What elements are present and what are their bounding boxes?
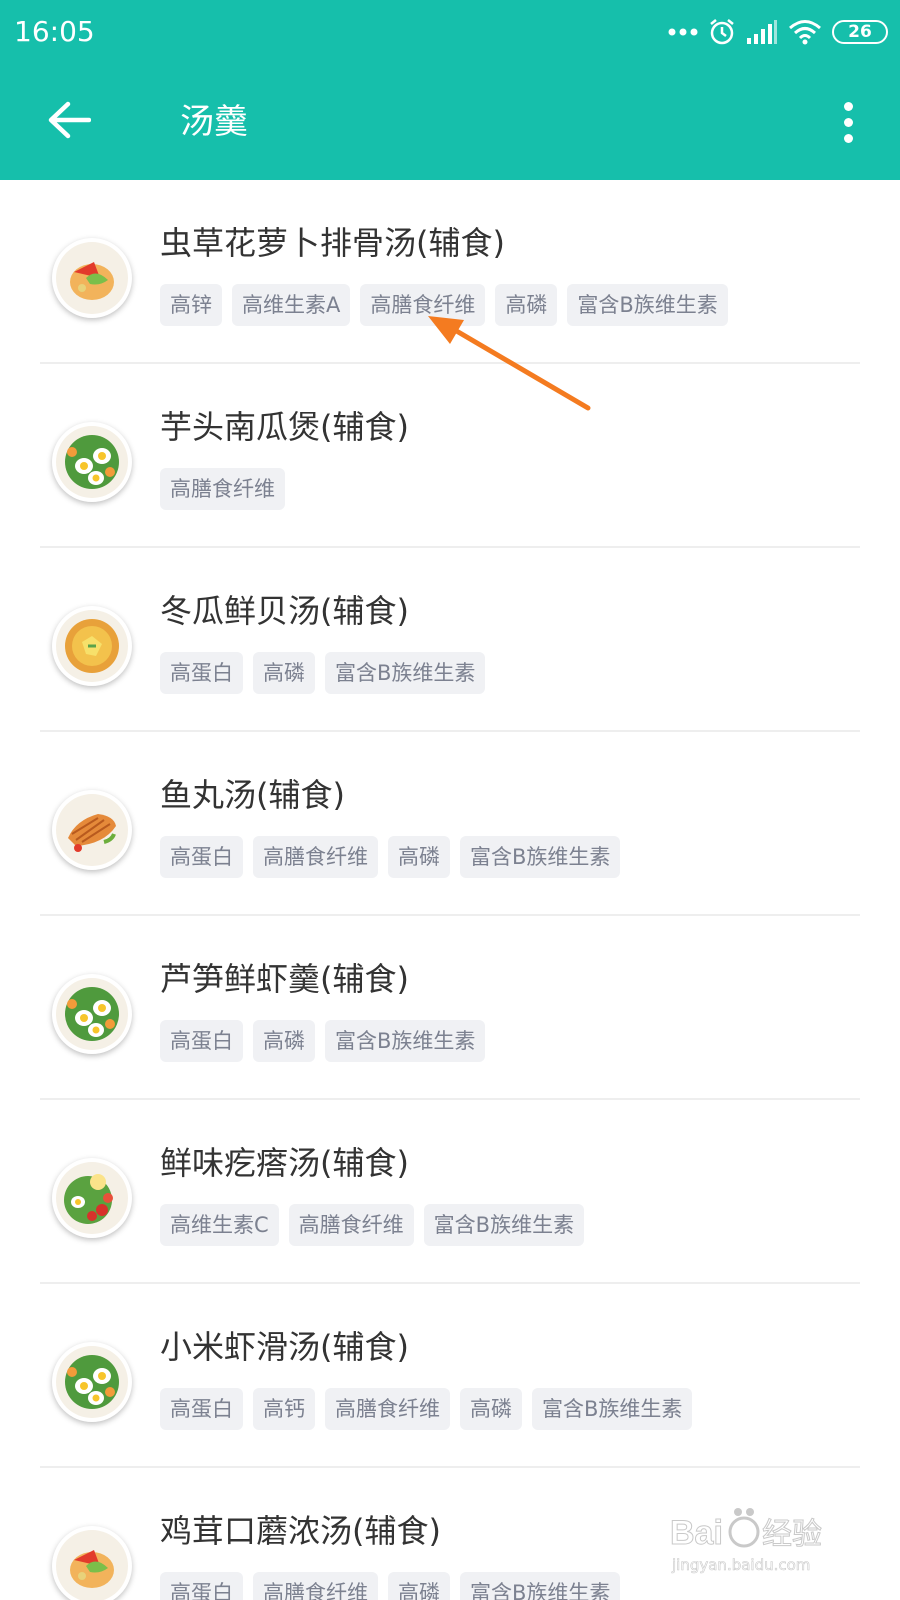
annotation-arrow [428,316,591,411]
nutrition-tag: 高蛋白 [160,652,243,694]
recipe-name: 芦笋鲜虾羹(辅食) [160,960,409,998]
nutrition-tag: 高维生素C [160,1204,279,1246]
recipe-tags: 高维生素C 高膳食纤维 富含B族维生素 [160,1204,585,1246]
nutrition-tag: 高磷 [388,1572,450,1600]
baidu-watermark: Bai 经验 jingyan.baidu.com [670,1508,823,1574]
recipe-name: 虫草花萝卜排骨汤(辅食) [160,224,505,262]
recipe-thumbnail [52,422,132,502]
recipe-item[interactable]: 小米虾滑汤(辅食) 高蛋白 高钙 高膳食纤维 高磷 富含B族维生素 [0,1284,900,1468]
nutrition-tag: 富含B族维生素 [423,1204,585,1246]
nutrition-tag: 富含B族维生素 [460,836,621,878]
recipe-item[interactable]: 鲜味疙瘩汤(辅食) 高维生素C 高膳食纤维 富含B族维生素 [0,1100,900,1284]
recipe-tags: 高蛋白 高磷 富含B族维生素 [160,1020,486,1062]
recipe-item[interactable]: 冬瓜鲜贝汤(辅食) 高蛋白 高磷 富含B族维生素 [0,548,900,732]
battery-icon: 26 [832,20,888,44]
nutrition-tag: 高膳食纤维 [325,1388,450,1430]
recipe-name: 冬瓜鲜贝汤(辅食) [160,592,409,630]
back-arrow-icon [48,101,91,139]
nutrition-tag: 高蛋白 [160,1572,243,1600]
nutrition-tag: 高磷 [388,836,450,878]
app-header: 16:05 26 汤羹 [0,0,900,180]
recipe-tags: 高蛋白 高膳食纤维 高磷 富含B族维生素 [160,1572,621,1600]
nutrition-tag: 富含B族维生素 [325,652,486,694]
nutrition-tag: 高维生素A [232,284,351,326]
nutrition-tag: 高钙 [253,1388,315,1430]
recipe-name: 鲜味疙瘩汤(辅食) [160,1144,409,1182]
nutrition-tag: 高蛋白 [160,1388,243,1430]
status-icons: 26 [668,12,888,52]
signal-icon [747,20,777,44]
recipe-thumbnail [52,606,132,686]
nutrition-tag: 高膳食纤维 [288,1204,414,1246]
nutrition-tag: 高磷 [253,652,315,694]
nutrition-tag: 高磷 [253,1020,315,1062]
status-time: 16:05 [14,15,95,48]
nutrition-tag: 高蛋白 [160,836,243,878]
recipe-thumbnail [52,1342,132,1422]
alarm-icon [710,19,734,45]
recipe-thumbnail [52,974,132,1054]
recipe-item[interactable]: 鱼丸汤(辅食) 高蛋白 高膳食纤维 高磷 富含B族维生素 [0,732,900,916]
svg-text:经验: 经验 [762,1517,822,1552]
nutrition-tag: 高膳食纤维 [160,468,285,510]
recipe-name: 鱼丸汤(辅食) [160,776,345,814]
nutrition-tag: 高磷 [460,1388,522,1430]
svg-text:jingyan.baidu.com: jingyan.baidu.com [671,1556,810,1574]
recipe-thumbnail [52,238,132,318]
more-vertical-icon[interactable] [836,92,860,152]
recipe-thumbnail [52,790,132,870]
recipe-thumbnail [52,1526,132,1600]
nutrition-tag: 高锌 [160,284,222,326]
nutrition-tag: 高膳食纤维 [253,1572,378,1600]
back-button[interactable] [34,88,104,152]
nutrition-tag: 高蛋白 [160,1020,243,1062]
nutrition-tag: 高膳食纤维 [253,836,378,878]
recipe-name: 小米虾滑汤(辅食) [160,1328,409,1366]
wifi-icon [789,20,821,45]
nutrition-tag: 富含B族维生素 [460,1572,621,1600]
nutrition-tag: 富含B族维生素 [532,1388,693,1430]
recipe-thumbnail [52,1158,132,1238]
recipe-tags: 高蛋白 高钙 高膳食纤维 高磷 富含B族维生素 [160,1388,693,1430]
recipe-tags: 高蛋白 高膳食纤维 高磷 富含B族维生素 [160,836,621,878]
nutrition-tag: 富含B族维生素 [325,1020,486,1062]
page-title: 汤羹 [180,102,248,142]
recipe-name: 芋头南瓜煲(辅食) [160,408,409,446]
recipe-name: 鸡茸口蘑浓汤(辅食) [160,1512,441,1550]
more-dots-icon [668,28,698,36]
recipe-item[interactable]: 芦笋鲜虾羹(辅食) 高蛋白 高磷 富含B族维生素 [0,916,900,1100]
recipe-tags: 高蛋白 高磷 富含B族维生素 [160,652,486,694]
svg-text:Bai: Bai [670,1514,723,1552]
recipe-tags: 高膳食纤维 [160,468,285,510]
